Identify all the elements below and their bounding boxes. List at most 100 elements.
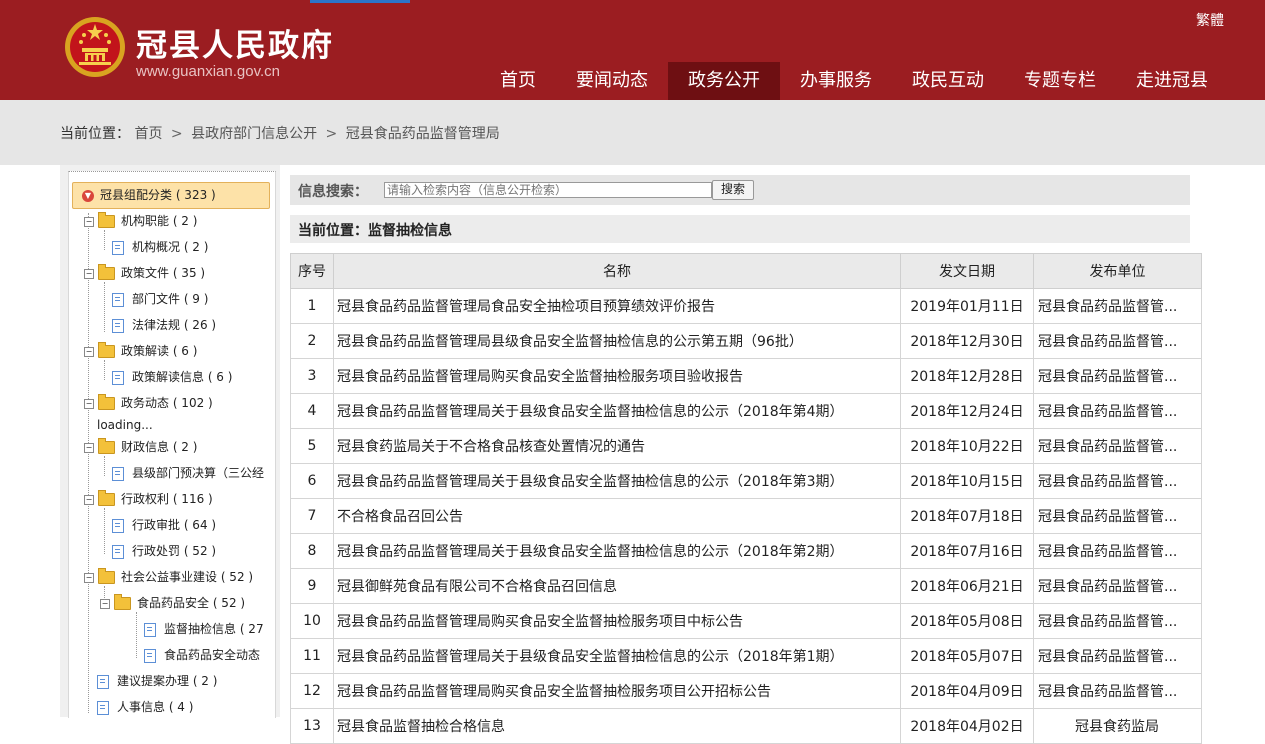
sidebar-item-label: 食品药品安全 ( 52 ) <box>137 596 246 610</box>
cell-unit: 冠县食品药品监督管... <box>1033 463 1202 499</box>
sidebar-item-label: 政策文件 ( 35 ) <box>121 266 206 280</box>
cell-unit: 冠县食品药品监督管... <box>1033 603 1202 639</box>
sidebar-item-admin-penalty[interactable]: 行政处罚 ( 52 ) <box>112 541 216 561</box>
cell-title-link[interactable]: 冠县食品药品监督管理局县级食品安全监督抽检信息的公示第五期（96批） <box>333 323 901 359</box>
title-text[interactable]: 冠县食品药品监督管理局关于县级食品安全监督抽检信息的公示（2018年第1期） <box>337 649 844 665</box>
cell-title-link[interactable]: 冠县食品药品监督管理局购买食品安全监督抽检服务项目验收报告 <box>333 358 901 394</box>
title-text[interactable]: 冠县食药监局关于不合格食品核查处置情况的通告 <box>337 439 645 455</box>
sidebar-item-label: 政务动态 ( 102 ) <box>121 396 213 410</box>
title-text[interactable]: 冠县食品监督抽检合格信息 <box>337 719 505 735</box>
sidebar-item-food-drug-news[interactable]: 食品药品安全动态 <box>144 645 260 665</box>
cell-index: 1 <box>290 288 334 324</box>
cell-title-link[interactable]: 冠县食品药品监督管理局食品安全抽检项目预算绩效评价报告 <box>333 288 901 324</box>
sidebar-item-gov-news[interactable]: − 政务动态 ( 102 ) <box>84 393 213 413</box>
title-text[interactable]: 冠县食品药品监督管理局关于县级食品安全监督抽检信息的公示（2018年第4期） <box>337 404 844 420</box>
table-row: 7 不合格食品召回公告 2018年07月18日 冠县食品药品监督管... <box>290 498 1202 534</box>
cell-date: 2018年05月08日 <box>900 603 1034 639</box>
sidebar-item-dept-docs[interactable]: 部门文件 ( 9 ) <box>112 289 208 309</box>
sidebar-item-personnel[interactable]: 人事信息 ( 4 ) <box>97 697 193 717</box>
sidebar-item-label: 政策解读信息 ( 6 ) <box>132 370 233 384</box>
nav-gov-affairs[interactable]: 政务公开 <box>668 62 780 100</box>
cell-title-link[interactable]: 冠县食品药品监督管理局关于县级食品安全监督抽检信息的公示（2018年第4期） <box>333 393 901 429</box>
title-text[interactable]: 冠县御鲜苑食品有限公司不合格食品召回信息 <box>337 579 617 595</box>
title-text[interactable]: 冠县食品药品监督管理局关于县级食品安全监督抽检信息的公示（2018年第2期） <box>337 544 844 560</box>
sidebar-item-food-drug-safety[interactable]: − 食品药品安全 ( 52 ) <box>100 593 245 613</box>
collapse-icon: − <box>84 268 94 279</box>
breadcrumb-home[interactable]: 首页 <box>134 126 162 142</box>
sidebar-item-policy-docs[interactable]: − 政策文件 ( 35 ) <box>84 263 205 283</box>
breadcrumb-dept-info[interactable]: 县政府部门信息公开 <box>191 126 317 142</box>
sidebar-item-org-functions[interactable]: − 机构职能 ( 2 ) <box>84 211 197 231</box>
cell-date: 2018年12月30日 <box>900 323 1034 359</box>
cell-unit: 冠县食品药品监督管... <box>1033 498 1202 534</box>
cell-title-link[interactable]: 冠县食药监局关于不合格食品核查处置情况的通告 <box>333 428 901 464</box>
nav-news[interactable]: 要闻动态 <box>556 62 668 100</box>
sidebar-item-policy-interpretation-info[interactable]: 政策解读信息 ( 6 ) <box>112 367 232 387</box>
sidebar-item-policy-interpretation[interactable]: − 政策解读 ( 6 ) <box>84 341 197 361</box>
folder-icon <box>98 212 115 228</box>
title-text[interactable]: 冠县食品药品监督管理局关于县级食品安全监督抽检信息的公示（2018年第3期） <box>337 474 844 490</box>
sidebar-item-laws[interactable]: 法律法规 ( 26 ) <box>112 315 216 335</box>
title-text[interactable]: 冠县食品药品监督管理局食品安全抽检项目预算绩效评价报告 <box>337 299 715 315</box>
traditional-chinese-link[interactable]: 繁體 <box>1196 10 1224 30</box>
cell-date: 2018年07月18日 <box>900 498 1034 534</box>
sidebar-item-label: 行政处罚 ( 52 ) <box>132 544 217 558</box>
collapse-icon: − <box>84 398 94 409</box>
sidebar-item-admin-approval[interactable]: 行政审批 ( 64 ) <box>112 515 216 535</box>
col-header-name: 名称 <box>333 253 901 289</box>
cell-unit: 冠县食品药品监督管... <box>1033 323 1202 359</box>
document-icon <box>112 370 124 385</box>
table-row: 9 冠县御鲜苑食品有限公司不合格食品召回信息 2018年06月21日 冠县食品药品监督… <box>290 568 1202 604</box>
sidebar-item-finance[interactable]: − 财政信息 ( 2 ) <box>84 437 197 457</box>
breadcrumb-food-drug-bureau[interactable]: 冠县食品药品监督管理局 <box>346 126 500 142</box>
document-icon <box>112 544 124 559</box>
sidebar-root-row[interactable]: ▼ 冠县组配分类 ( 323 ) <box>82 185 216 205</box>
sidebar-item-admin-power[interactable]: − 行政权利 ( 116 ) <box>84 489 213 509</box>
title-text[interactable]: 冠县食品药品监督管理局县级食品安全监督抽检信息的公示第五期（96批） <box>337 334 803 350</box>
title-text[interactable]: 冠县食品药品监督管理局购买食品安全监督抽检服务项目中标公告 <box>337 614 743 630</box>
nav-services[interactable]: 办事服务 <box>780 62 892 100</box>
col-header-index: 序号 <box>290 253 334 289</box>
sidebar-item-label: 人事信息 ( 4 ) <box>117 700 194 714</box>
folder-icon <box>98 394 115 410</box>
search-input[interactable] <box>384 182 712 198</box>
cell-title-link[interactable]: 冠县御鲜苑食品有限公司不合格食品召回信息 <box>333 568 901 604</box>
cell-index: 4 <box>290 393 334 429</box>
sidebar-item-proposals[interactable]: 建议提案办理 ( 2 ) <box>97 671 217 691</box>
title-text[interactable]: 冠县食品药品监督管理局购买食品安全监督抽检服务项目公开招标公告 <box>337 684 771 700</box>
cell-unit: 冠县食品药品监督管... <box>1033 428 1202 464</box>
folder-icon <box>98 490 115 506</box>
cell-index: 7 <box>290 498 334 534</box>
title-text[interactable]: 冠县食品药品监督管理局购买食品安全监督抽检服务项目验收报告 <box>337 369 743 385</box>
cell-index: 13 <box>290 708 334 744</box>
nav-home[interactable]: 首页 <box>480 62 556 100</box>
cell-index: 11 <box>290 638 334 674</box>
sidebar-item-label: 机构概况 ( 2 ) <box>132 240 209 254</box>
sidebar-item-county-budget[interactable]: 县级部门预决算（三公经 <box>112 463 266 483</box>
table-row: 8 冠县食品药品监督管理局关于县级食品安全监督抽检信息的公示（2018年第2期） 2… <box>290 533 1202 569</box>
site-title: 冠县人民政府 <box>136 28 334 64</box>
site-url: www.guanxian.gov.cn <box>136 63 280 80</box>
cell-title-link[interactable]: 冠县食品药品监督管理局购买食品安全监督抽检服务项目中标公告 <box>333 603 901 639</box>
sidebar-item-org-overview[interactable]: 机构概况 ( 2 ) <box>112 237 208 257</box>
nav-topics[interactable]: 专题专栏 <box>1004 62 1116 100</box>
collapse-icon: − <box>84 442 94 453</box>
cell-title-link[interactable]: 冠县食品监督抽检合格信息 <box>333 708 901 744</box>
cell-title-link[interactable]: 不合格食品召回公告 <box>333 498 901 534</box>
cell-title-link[interactable]: 冠县食品药品监督管理局关于县级食品安全监督抽检信息的公示（2018年第1期） <box>333 638 901 674</box>
nav-about[interactable]: 走进冠县 <box>1116 62 1228 100</box>
document-icon <box>144 648 156 663</box>
cell-title-link[interactable]: 冠县食品药品监督管理局关于县级食品安全监督抽检信息的公示（2018年第3期） <box>333 463 901 499</box>
sidebar-item-inspection-info[interactable]: 监督抽检信息 ( 27 <box>144 619 266 639</box>
cell-index: 10 <box>290 603 334 639</box>
national-emblem-icon <box>65 17 125 77</box>
table-header-row: 序号 名称 发文日期 发布单位 <box>290 253 1202 289</box>
cell-title-link[interactable]: 冠县食品药品监督管理局关于县级食品安全监督抽检信息的公示（2018年第2期） <box>333 533 901 569</box>
cell-title-link[interactable]: 冠县食品药品监督管理局购买食品安全监督抽检服务项目公开招标公告 <box>333 673 901 709</box>
folder-icon <box>98 438 115 454</box>
title-text[interactable]: 不合格食品召回公告 <box>337 509 463 525</box>
sidebar-item-public-welfare[interactable]: − 社会公益事业建设 ( 52 ) <box>84 567 253 587</box>
search-button[interactable]: 搜索 <box>712 180 754 200</box>
nav-interaction[interactable]: 政民互动 <box>892 62 1004 100</box>
info-table: 序号 名称 发文日期 发布单位 1 冠县食品药品监督管理局食品安全抽检项目预算绩效… <box>290 253 1202 744</box>
